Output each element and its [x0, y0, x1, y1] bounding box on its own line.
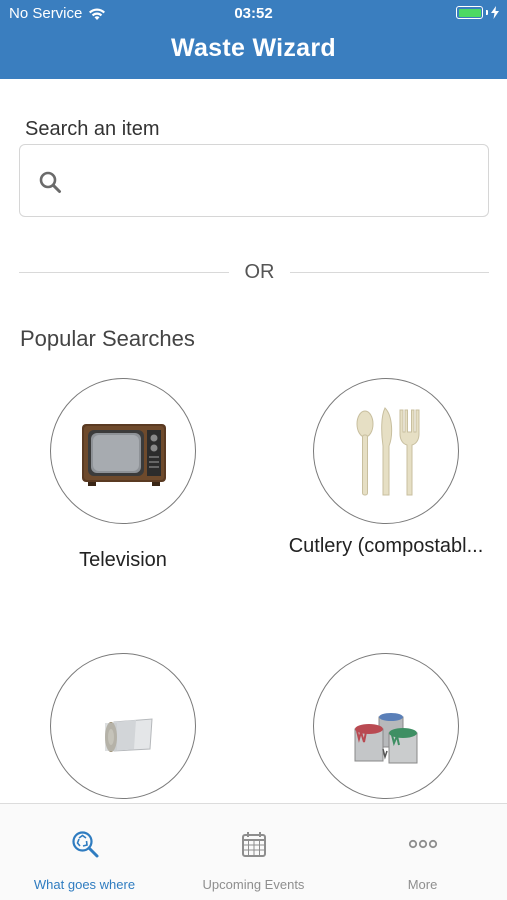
calendar-icon: [242, 832, 266, 857]
charging-bolt-icon: [491, 6, 499, 19]
status-bar: No Service 03:52: [0, 0, 507, 28]
tab-label: More: [407, 877, 438, 892]
popular-item-circle[interactable]: [313, 378, 459, 524]
popular-item-paint[interactable]: [286, 653, 486, 803]
battery-indicator: [456, 6, 499, 19]
or-divider-text: OR: [244, 261, 275, 283]
search-box[interactable]: [19, 144, 489, 217]
app-header: No Service 03:52 Waste Wizard: [0, 0, 507, 79]
popular-item-cutlery[interactable]: Cutlery (compostabl...: [286, 378, 486, 598]
tab-what-goes-where[interactable]: What goes where: [0, 804, 169, 900]
popular-item-label: Television: [79, 549, 167, 571]
page-title: Waste Wizard: [171, 34, 336, 62]
search-input[interactable]: [80, 155, 475, 207]
tab-label: Upcoming Events: [202, 877, 305, 892]
search-icon: [39, 171, 61, 193]
cutlery-icon: [356, 407, 420, 496]
popular-item-television[interactable]: Television: [23, 378, 223, 588]
popular-item-circle[interactable]: [313, 653, 459, 799]
status-time: 03:52: [234, 5, 273, 22]
popular-item-label: Cutlery (compostabl...: [288, 535, 484, 557]
foil-roll-icon: [105, 718, 153, 752]
search-label: Search an item: [25, 118, 160, 140]
tab-bar: What goes where Upcoming Events More: [0, 803, 507, 900]
popular-item-circle[interactable]: [50, 378, 196, 524]
divider-left: [19, 272, 229, 273]
divider-right: [290, 272, 489, 273]
television-icon: [82, 424, 166, 486]
popular-item-foil[interactable]: [23, 653, 223, 803]
tab-more[interactable]: More: [338, 804, 507, 900]
tab-upcoming-events[interactable]: Upcoming Events: [169, 804, 338, 900]
battery-icon: [456, 6, 483, 19]
tab-label: What goes where: [33, 877, 136, 892]
popular-item-circle[interactable]: [50, 653, 196, 799]
more-dots-icon: [408, 839, 438, 849]
recycle-search-icon: [72, 831, 99, 858]
popular-searches-title: Popular Searches: [20, 326, 195, 351]
paint-cans-icon: [354, 713, 418, 764]
